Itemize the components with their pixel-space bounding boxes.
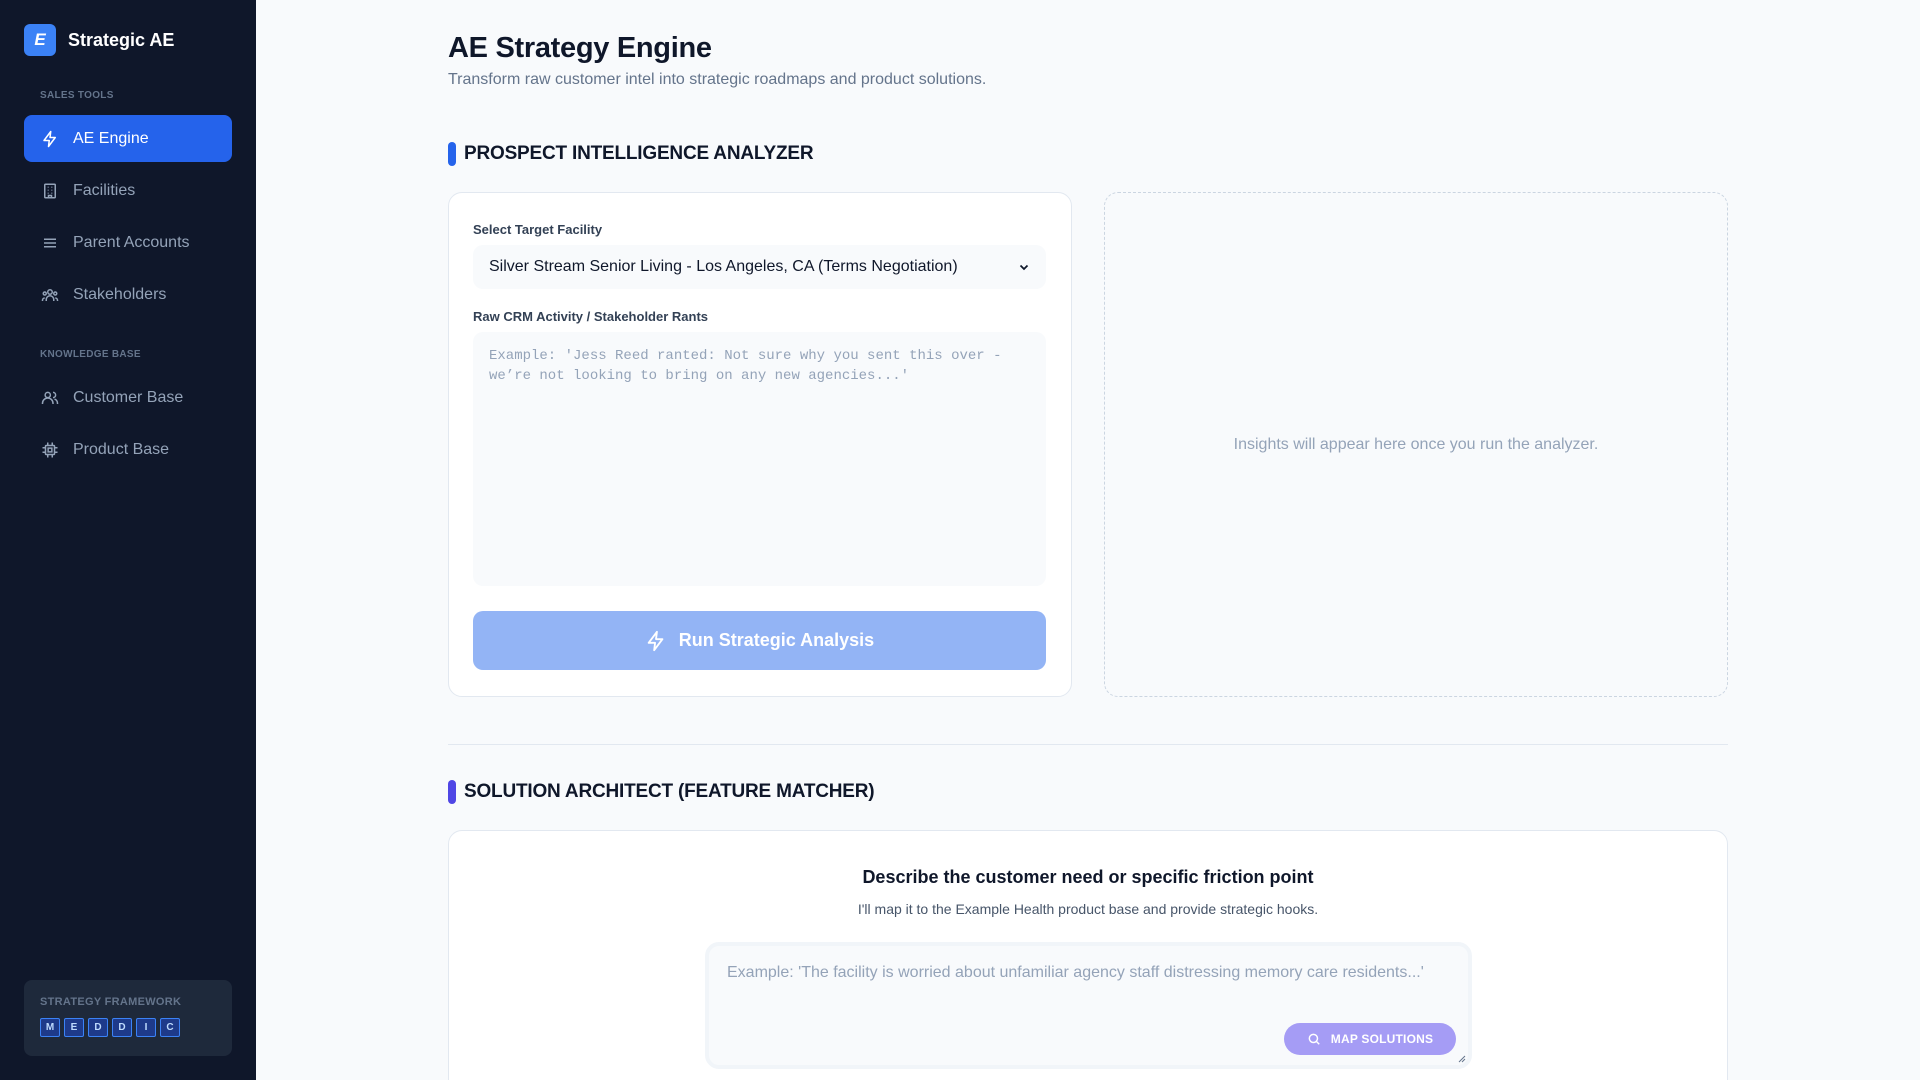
framework-letter: D [88,1018,108,1037]
resize-handle-icon[interactable] [1458,1055,1466,1063]
sidebar-item-facilities[interactable]: Facilities [24,167,232,214]
customer-need-textarea[interactable]: Example: 'The facility is worried about … [705,942,1472,1069]
facility-select[interactable]: Silver Stream Senior Living - Los Angele… [473,245,1046,289]
brand-name: Strategic AE [68,29,175,50]
sidebar-item-ae-engine[interactable]: AE Engine [24,115,232,162]
sidebar-item-parent-accounts[interactable]: Parent Accounts [24,219,232,266]
framework-letter: I [136,1018,156,1037]
section-divider [448,744,1728,745]
sidebar-item-customer-base[interactable]: Customer Base [24,374,232,421]
analyzer-section-title: PROSPECT INTELLIGENCE ANALYZER [464,143,814,164]
sidebar-item-label: Facilities [73,181,136,199]
sidebar-item-label: AE Engine [73,129,149,147]
crm-activity-textarea[interactable]: Example: 'Jess Reed ranted: Not sure why… [473,332,1046,586]
building-icon [44,183,56,198]
sidebar-item-label: Stakeholders [73,285,167,303]
customer-need-placeholder: Example: 'The facility is worried about … [727,964,1424,981]
users-icon [41,391,59,404]
nav-section-knowledge-base: KNOWLEDGE BASE [40,349,141,360]
sidebar-item-stakeholders[interactable]: Stakeholders [24,271,232,318]
analyzer-input-card: Select Target Facility Silver Stream Sen… [448,192,1072,697]
framework-letters: M E D D I C [40,1018,216,1037]
framework-letter: D [112,1018,132,1037]
chip-icon [42,442,58,457]
nav-section-sales-tools: SALES TOOLS [40,90,114,101]
framework-letter: E [64,1018,84,1037]
facility-select-value: Silver Stream Senior Living - Los Angele… [489,258,958,275]
search-icon [1308,1033,1320,1045]
map-solutions-button[interactable]: MAP SOLUTIONS [1284,1023,1456,1055]
users-group-icon [41,288,59,301]
solution-subheading: I'll map it to the Example Health produc… [857,901,1319,917]
facility-label: Select Target Facility [473,222,603,237]
sidebar-item-label: Parent Accounts [73,233,190,251]
analyzer-section-header: PROSPECT INTELLIGENCE ANALYZER [448,142,814,166]
menu-lines-icon [44,238,56,247]
insights-panel: Insights will appear here once you run t… [1104,192,1728,697]
sidebar: E Strategic AE SALES TOOLS AE Engine Fac… [0,0,256,1080]
sidebar-item-label: Product Base [73,440,170,458]
framework-letter: M [40,1018,60,1037]
run-button-label: Run Strategic Analysis [678,630,875,650]
solution-section-title: SOLUTION ARCHITECT (FEATURE MATCHER) [464,781,875,802]
run-strategic-analysis-button[interactable]: Run Strategic Analysis [473,611,1046,670]
solution-heading: Describe the customer need or specific f… [862,867,1314,887]
brand[interactable]: E Strategic AE [24,24,174,56]
lightning-icon [647,630,664,651]
crm-activity-placeholder: Example: 'Jess Reed ranted: Not sure why… [489,348,1002,384]
insights-placeholder-text: Insights will appear here once you run t… [1233,435,1599,453]
sidebar-item-product-base[interactable]: Product Base [24,426,232,473]
page-subtitle: Transform raw customer intel into strate… [448,71,987,88]
page-title: AE Strategy Engine [448,32,712,64]
section-accent-bar [448,780,456,804]
map-solutions-label: MAP SOLUTIONS [1330,1032,1434,1046]
chevron-down-icon [1019,264,1029,271]
framework-title: STRATEGY FRAMEWORK [40,996,182,1008]
strategy-framework-panel: STRATEGY FRAMEWORK M E D D I C [24,980,232,1056]
crm-activity-label: Raw CRM Activity / Stakeholder Rants [473,309,709,324]
solution-section-header: SOLUTION ARCHITECT (FEATURE MATCHER) [448,780,875,804]
sidebar-item-label: Customer Base [73,388,184,406]
brand-logo: E [24,24,56,56]
solution-architect-card: Describe the customer need or specific f… [448,830,1728,1080]
lightning-icon [43,130,56,147]
framework-letter: C [160,1018,180,1037]
section-accent-bar [448,142,456,166]
